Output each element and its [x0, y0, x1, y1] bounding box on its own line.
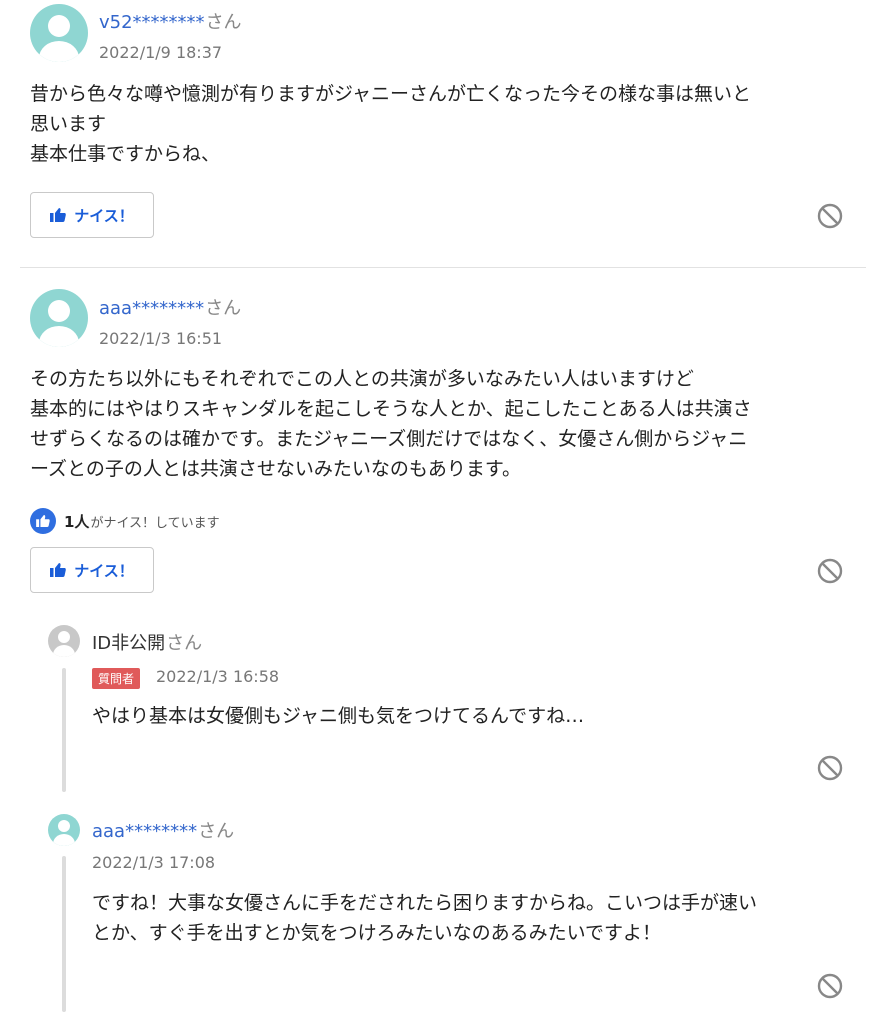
- user-avatar-icon[interactable]: [48, 625, 80, 657]
- username[interactable]: v52********さん: [99, 8, 242, 34]
- nice-count: 1人 がナイス！しています: [30, 508, 220, 534]
- nice-count-suffix: がナイス！しています: [90, 515, 220, 531]
- san-suffix: さん: [166, 633, 203, 654]
- reply-text: やはり基本は女優側もジャニ側も気をつけてるんですね…: [92, 705, 585, 727]
- answer-text: その方たち以外にもそれぞれでこの人との共演が多いなみたい人はいますけど 基本的に…: [30, 368, 752, 480]
- nice-button-label: ナイス！: [74, 561, 134, 580]
- ban-icon[interactable]: [817, 973, 843, 999]
- nice-button[interactable]: ナイス！: [30, 192, 154, 238]
- user-avatar-icon[interactable]: [30, 4, 88, 62]
- reply-thread-line: [62, 856, 66, 1012]
- username: ID非公開さん: [92, 633, 203, 654]
- reply-thread-line: [62, 668, 66, 792]
- post-date: 2022/1/3 16:58: [156, 667, 280, 686]
- username[interactable]: aaa********さん: [99, 294, 241, 320]
- post-date: 2022/1/9 18:37: [99, 43, 223, 62]
- divider: [20, 267, 866, 268]
- reply-text: ですね！大事な女優さんに手をだされたら困りますからね。こいつは手が速い とか、す…: [92, 892, 758, 944]
- san-suffix: さん: [198, 821, 235, 842]
- user-avatar-icon[interactable]: [30, 289, 88, 347]
- ban-icon[interactable]: [817, 558, 843, 584]
- post-date: 2022/1/3 16:51: [99, 329, 223, 348]
- nice-count-number: 1人: [64, 512, 90, 531]
- post-date: 2022/1/3 17:08: [92, 853, 216, 872]
- username[interactable]: aaa********さん: [92, 817, 234, 843]
- ban-icon[interactable]: [817, 755, 843, 781]
- san-suffix: さん: [205, 12, 242, 33]
- thumbs-up-icon: [50, 208, 67, 222]
- thumbs-up-icon: [30, 508, 56, 534]
- questioner-badge: 質問者: [92, 668, 141, 689]
- ban-icon[interactable]: [817, 203, 843, 229]
- thumbs-up-icon: [50, 563, 67, 577]
- answer-text: 昔から色々な噂や憶測が有りますがジャニーさんが亡くなった今その様な事は無いと 思…: [30, 83, 752, 165]
- nice-button[interactable]: ナイス！: [30, 547, 154, 593]
- san-suffix: さん: [205, 298, 242, 319]
- nice-button-label: ナイス！: [74, 206, 134, 225]
- user-avatar-icon[interactable]: [48, 814, 80, 846]
